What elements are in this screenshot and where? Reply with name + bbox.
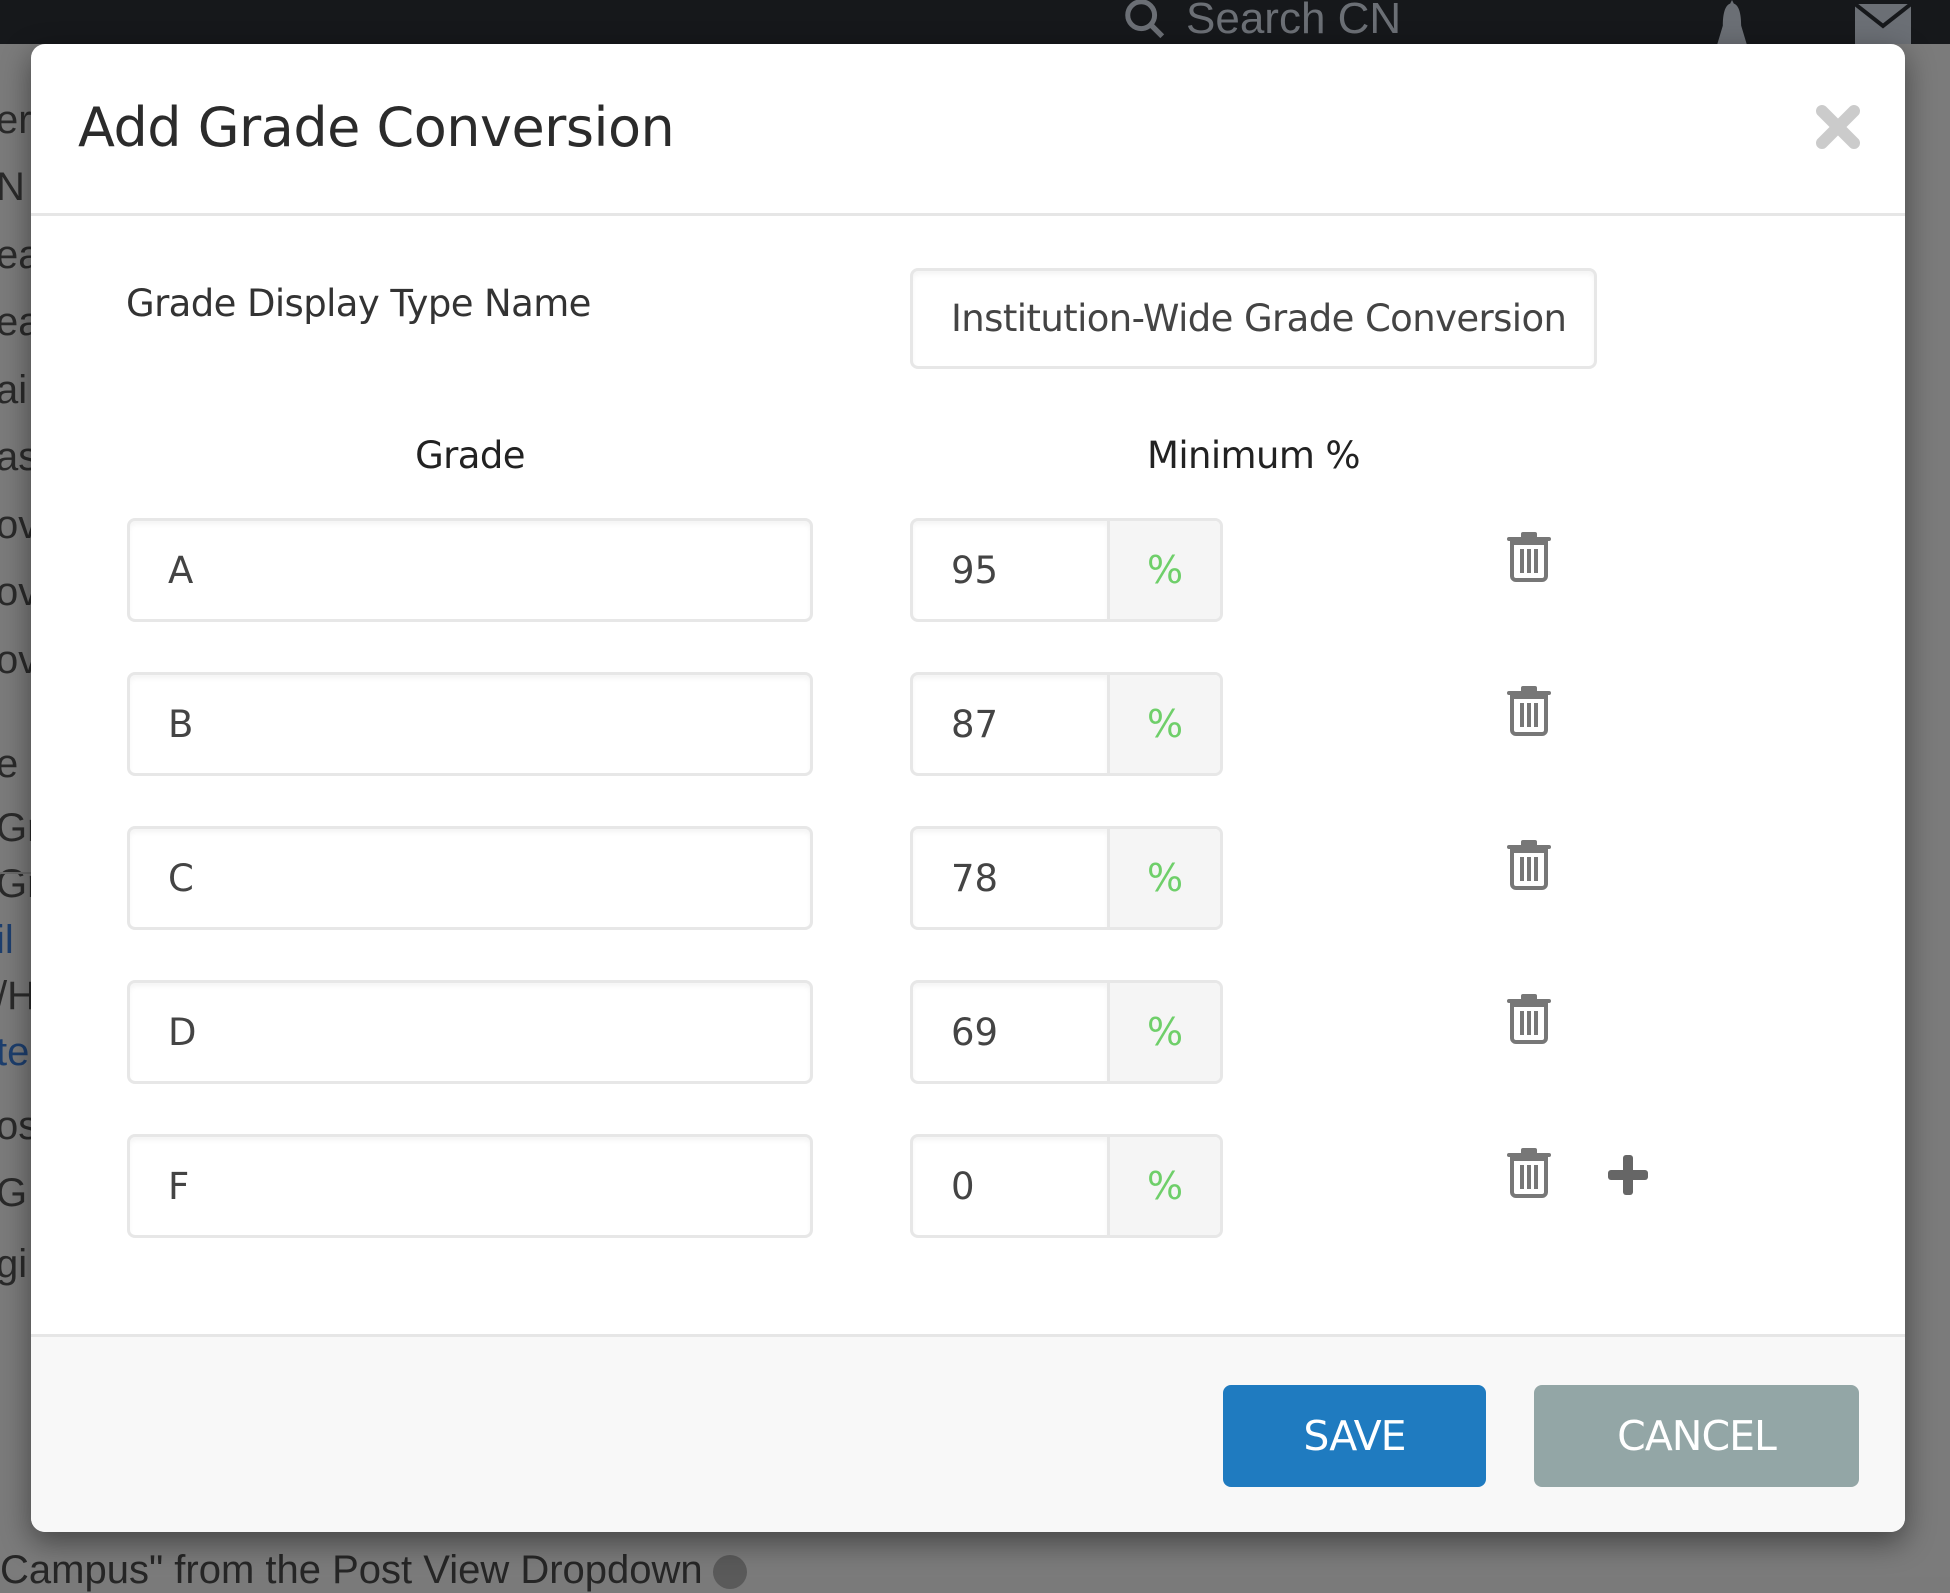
global-search[interactable]: Search CN bbox=[1122, 0, 1401, 44]
mail-icon[interactable] bbox=[1855, 4, 1911, 44]
bell-icon[interactable] bbox=[1710, 0, 1754, 44]
minimum-percent-input-group: % bbox=[910, 672, 1223, 776]
close-icon[interactable] bbox=[1813, 102, 1863, 152]
grade-input[interactable] bbox=[127, 1134, 813, 1238]
grade-row: % bbox=[31, 672, 1905, 776]
grade-row: % bbox=[31, 1134, 1905, 1238]
modal-footer: SAVE CANCEL bbox=[31, 1334, 1905, 1532]
trash-icon[interactable] bbox=[1505, 838, 1553, 890]
grade-column-header: Grade bbox=[415, 434, 525, 477]
minimum-percent-input[interactable] bbox=[913, 675, 1107, 773]
grade-input[interactable] bbox=[127, 518, 813, 622]
grade-row: % bbox=[31, 826, 1905, 930]
trash-icon[interactable] bbox=[1505, 992, 1553, 1044]
minimum-percent-input[interactable] bbox=[913, 829, 1107, 927]
background-text: gi bbox=[0, 1242, 28, 1286]
minimum-percent-input[interactable] bbox=[913, 521, 1107, 619]
grade-display-type-name-label: Grade Display Type Name bbox=[126, 282, 591, 325]
background-text: te bbox=[0, 1030, 30, 1074]
grade-display-type-name-input[interactable] bbox=[910, 268, 1597, 369]
percent-addon: % bbox=[1107, 1137, 1220, 1235]
grade-input[interactable] bbox=[127, 826, 813, 930]
save-button[interactable]: SAVE bbox=[1223, 1385, 1486, 1487]
background-page-footer-text: Campus" from the Post View Dropdown bbox=[0, 1548, 747, 1593]
cancel-button[interactable]: CANCEL bbox=[1534, 1385, 1859, 1487]
minimum-percent-input[interactable] bbox=[913, 1137, 1107, 1235]
modal-title: Add Grade Conversion bbox=[78, 96, 675, 159]
search-placeholder: Search CN bbox=[1186, 0, 1402, 43]
minimum-percent-input-group: % bbox=[910, 826, 1223, 930]
trash-icon[interactable] bbox=[1505, 684, 1553, 736]
minimum-percent-column-header: Minimum % bbox=[1147, 434, 1361, 477]
background-text: G bbox=[0, 1171, 28, 1215]
grade-input[interactable] bbox=[127, 672, 813, 776]
minimum-percent-input-group: % bbox=[910, 518, 1223, 622]
background-text: il bbox=[0, 918, 14, 962]
percent-addon: % bbox=[1107, 829, 1220, 927]
trash-icon[interactable] bbox=[1505, 530, 1553, 582]
background-text: Campus" from the Post View Dropdown bbox=[0, 1548, 703, 1592]
percent-addon: % bbox=[1107, 675, 1220, 773]
search-icon bbox=[1125, 0, 1165, 39]
top-navigation-bar: Search CN bbox=[0, 0, 1950, 44]
add-grade-conversion-modal: Add Grade Conversion Grade Display Type … bbox=[31, 44, 1905, 1532]
trash-icon[interactable] bbox=[1505, 1146, 1553, 1198]
minimum-percent-input[interactable] bbox=[913, 983, 1107, 1081]
grade-row: % bbox=[31, 518, 1905, 622]
modal-header: Add Grade Conversion bbox=[31, 44, 1905, 216]
percent-addon: % bbox=[1107, 521, 1220, 619]
grade-input[interactable] bbox=[127, 980, 813, 1084]
add-row-plus-icon[interactable] bbox=[1608, 1155, 1648, 1195]
grade-row: % bbox=[31, 980, 1905, 1084]
background-text: er bbox=[0, 98, 32, 142]
info-icon bbox=[712, 1555, 747, 1590]
minimum-percent-input-group: % bbox=[910, 980, 1223, 1084]
percent-addon: % bbox=[1107, 983, 1220, 1081]
minimum-percent-input-group: % bbox=[910, 1134, 1223, 1238]
background-text: ai bbox=[0, 368, 28, 412]
